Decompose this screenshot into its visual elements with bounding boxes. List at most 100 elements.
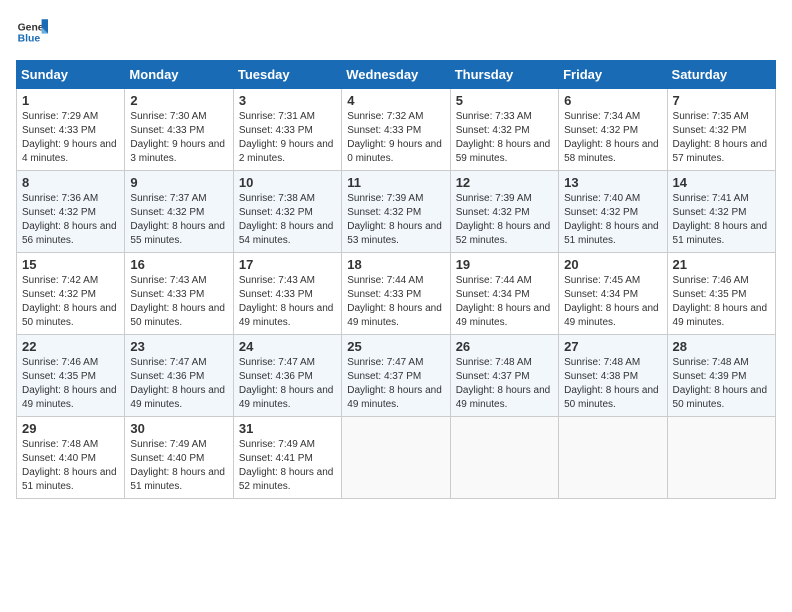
day-cell: 6Sunrise: 7:34 AM Sunset: 4:32 PM Daylig…: [559, 89, 667, 171]
day-info: Sunrise: 7:47 AM Sunset: 4:36 PM Dayligh…: [239, 356, 336, 412]
day-cell: 26 Sunrise: 7:48 AM Sunset: 4:37 PM Dayli…: [450, 335, 558, 417]
week-row-2: 8 Sunrise: 7:36 AM Sunset: 4:32 PM Daylig…: [17, 171, 776, 253]
day-info: Sunrise: 7:39 AM Sunset: 4:32 PM Dayligh…: [347, 192, 444, 248]
logo-icon: General Blue: [16, 16, 48, 48]
day-number: 13: [564, 175, 661, 190]
week-row-4: 22 Sunrise: 7:46 AM Sunset: 4:35 PM Dayli…: [17, 335, 776, 417]
day-info: Sunrise: 7:45 AM Sunset: 4:34 PM Dayligh…: [564, 274, 661, 330]
day-number: 2: [130, 93, 227, 108]
day-number: 1: [22, 93, 119, 108]
day-number: 10: [239, 175, 336, 190]
day-cell: 12Sunrise: 7:39 AM Sunset: 4:32 PM Dayli…: [450, 171, 558, 253]
day-info: Sunrise: 7:29 AM Sunset: 4:33 PM Dayligh…: [22, 110, 119, 166]
day-number: 8: [22, 175, 119, 190]
day-info: Sunrise: 7:32 AM Sunset: 4:33 PM Dayligh…: [347, 110, 444, 166]
day-info: Sunrise: 7:48 AM Sunset: 4:38 PM Dayligh…: [564, 356, 661, 412]
day-info: Sunrise: 7:42 AM Sunset: 4:32 PM Dayligh…: [22, 274, 119, 330]
day-number: 26: [456, 339, 553, 354]
day-cell: 11 Sunrise: 7:39 AM Sunset: 4:32 PM Dayli…: [342, 171, 450, 253]
day-cell: [342, 417, 450, 499]
day-info: Sunrise: 7:43 AM Sunset: 4:33 PM Dayligh…: [130, 274, 227, 330]
day-info: Sunrise: 7:47 AM Sunset: 4:36 PM Dayligh…: [130, 356, 227, 412]
day-info: Sunrise: 7:36 AM Sunset: 4:32 PM Dayligh…: [22, 192, 119, 248]
day-info: Sunrise: 7:44 AM Sunset: 4:34 PM Dayligh…: [456, 274, 553, 330]
header-cell-thursday: Thursday: [450, 61, 558, 89]
day-info: Sunrise: 7:44 AM Sunset: 4:33 PM Dayligh…: [347, 274, 444, 330]
day-info: Sunrise: 7:43 AM Sunset: 4:33 PM Dayligh…: [239, 274, 336, 330]
day-number: 21: [673, 257, 770, 272]
day-cell: 1 Sunrise: 7:29 AM Sunset: 4:33 PM Daylig…: [17, 89, 125, 171]
header-cell-saturday: Saturday: [667, 61, 775, 89]
page-header: General Blue: [16, 16, 776, 48]
header-cell-tuesday: Tuesday: [233, 61, 341, 89]
day-info: Sunrise: 7:35 AM Sunset: 4:32 PM Dayligh…: [673, 110, 770, 166]
header-cell-monday: Monday: [125, 61, 233, 89]
day-cell: 4Sunrise: 7:32 AM Sunset: 4:33 PM Daylig…: [342, 89, 450, 171]
day-cell: 16 Sunrise: 7:43 AM Sunset: 4:33 PM Dayli…: [125, 253, 233, 335]
day-number: 25: [347, 339, 444, 354]
week-row-3: 15 Sunrise: 7:42 AM Sunset: 4:32 PM Dayli…: [17, 253, 776, 335]
logo: General Blue: [16, 16, 48, 48]
day-cell: 19 Sunrise: 7:44 AM Sunset: 4:34 PM Dayli…: [450, 253, 558, 335]
day-cell: 20 Sunrise: 7:45 AM Sunset: 4:34 PM Dayli…: [559, 253, 667, 335]
day-cell: 17 Sunrise: 7:43 AM Sunset: 4:33 PM Dayli…: [233, 253, 341, 335]
day-cell: 25 Sunrise: 7:47 AM Sunset: 4:37 PM Dayli…: [342, 335, 450, 417]
day-cell: 23 Sunrise: 7:47 AM Sunset: 4:36 PM Dayli…: [125, 335, 233, 417]
day-info: Sunrise: 7:49 AM Sunset: 4:41 PM Dayligh…: [239, 438, 336, 494]
day-cell: 22 Sunrise: 7:46 AM Sunset: 4:35 PM Dayli…: [17, 335, 125, 417]
week-row-1: 1 Sunrise: 7:29 AM Sunset: 4:33 PM Daylig…: [17, 89, 776, 171]
day-number: 18: [347, 257, 444, 272]
day-number: 3: [239, 93, 336, 108]
day-cell: 15 Sunrise: 7:42 AM Sunset: 4:32 PM Dayli…: [17, 253, 125, 335]
day-number: 28: [673, 339, 770, 354]
day-number: 29: [22, 421, 119, 436]
day-info: Sunrise: 7:40 AM Sunset: 4:32 PM Dayligh…: [564, 192, 661, 248]
day-cell: 7Sunrise: 7:35 AM Sunset: 4:32 PM Daylig…: [667, 89, 775, 171]
day-info: Sunrise: 7:38 AM Sunset: 4:32 PM Dayligh…: [239, 192, 336, 248]
day-info: Sunrise: 7:37 AM Sunset: 4:32 PM Dayligh…: [130, 192, 227, 248]
day-info: Sunrise: 7:47 AM Sunset: 4:37 PM Dayligh…: [347, 356, 444, 412]
day-info: Sunrise: 7:41 AM Sunset: 4:32 PM Dayligh…: [673, 192, 770, 248]
day-cell: [667, 417, 775, 499]
day-number: 20: [564, 257, 661, 272]
day-cell: 21Sunrise: 7:46 AM Sunset: 4:35 PM Dayli…: [667, 253, 775, 335]
calendar-header: SundayMondayTuesdayWednesdayThursdayFrid…: [17, 61, 776, 89]
day-number: 24: [239, 339, 336, 354]
day-info: Sunrise: 7:34 AM Sunset: 4:32 PM Dayligh…: [564, 110, 661, 166]
day-number: 27: [564, 339, 661, 354]
day-cell: 5 Sunrise: 7:33 AM Sunset: 4:32 PM Daylig…: [450, 89, 558, 171]
day-number: 15: [22, 257, 119, 272]
calendar-body: 1 Sunrise: 7:29 AM Sunset: 4:33 PM Daylig…: [17, 89, 776, 499]
day-number: 23: [130, 339, 227, 354]
day-info: Sunrise: 7:48 AM Sunset: 4:39 PM Dayligh…: [673, 356, 770, 412]
day-number: 11: [347, 175, 444, 190]
day-number: 14: [673, 175, 770, 190]
day-number: 5: [456, 93, 553, 108]
day-cell: 30Sunrise: 7:49 AM Sunset: 4:40 PM Dayli…: [125, 417, 233, 499]
day-cell: 8 Sunrise: 7:36 AM Sunset: 4:32 PM Daylig…: [17, 171, 125, 253]
day-info: Sunrise: 7:30 AM Sunset: 4:33 PM Dayligh…: [130, 110, 227, 166]
day-cell: 13 Sunrise: 7:40 AM Sunset: 4:32 PM Dayli…: [559, 171, 667, 253]
day-cell: 28 Sunrise: 7:48 AM Sunset: 4:39 PM Dayli…: [667, 335, 775, 417]
day-number: 19: [456, 257, 553, 272]
day-cell: 27 Sunrise: 7:48 AM Sunset: 4:38 PM Dayli…: [559, 335, 667, 417]
day-number: 22: [22, 339, 119, 354]
day-info: Sunrise: 7:48 AM Sunset: 4:37 PM Dayligh…: [456, 356, 553, 412]
header-cell-sunday: Sunday: [17, 61, 125, 89]
day-cell: 9 Sunrise: 7:37 AM Sunset: 4:32 PM Daylig…: [125, 171, 233, 253]
day-cell: [450, 417, 558, 499]
day-cell: 2 Sunrise: 7:30 AM Sunset: 4:33 PM Daylig…: [125, 89, 233, 171]
header-cell-friday: Friday: [559, 61, 667, 89]
day-number: 17: [239, 257, 336, 272]
day-info: Sunrise: 7:46 AM Sunset: 4:35 PM Dayligh…: [22, 356, 119, 412]
day-cell: 29Sunrise: 7:48 AM Sunset: 4:40 PM Dayli…: [17, 417, 125, 499]
day-cell: 10 Sunrise: 7:38 AM Sunset: 4:32 PM Dayli…: [233, 171, 341, 253]
day-info: Sunrise: 7:31 AM Sunset: 4:33 PM Dayligh…: [239, 110, 336, 166]
day-cell: 31Sunrise: 7:49 AM Sunset: 4:41 PM Dayli…: [233, 417, 341, 499]
day-info: Sunrise: 7:33 AM Sunset: 4:32 PM Dayligh…: [456, 110, 553, 166]
day-number: 12: [456, 175, 553, 190]
day-number: 16: [130, 257, 227, 272]
calendar-table: SundayMondayTuesdayWednesdayThursdayFrid…: [16, 60, 776, 499]
day-info: Sunrise: 7:49 AM Sunset: 4:40 PM Dayligh…: [130, 438, 227, 494]
day-number: 9: [130, 175, 227, 190]
